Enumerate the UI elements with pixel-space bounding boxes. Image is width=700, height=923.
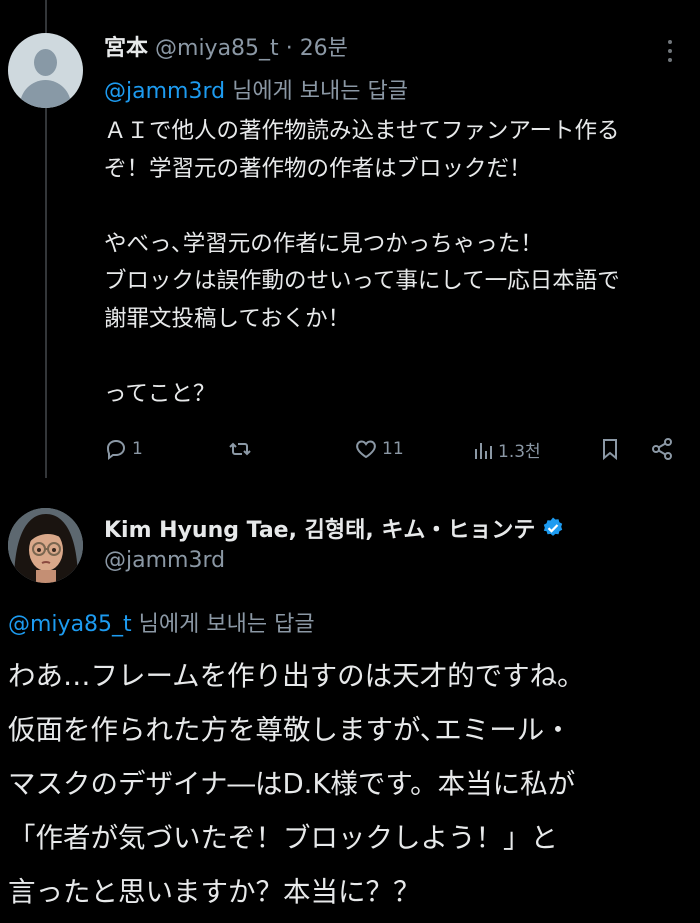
tweet2-reply-suffix: 님에게 보내는 답글 [138,612,315,637]
tweet2-line: 言ったと思いますか？本当に？？ [8,876,421,908]
tweet2-reply-context: @miya85_t 님에게 보내는 답글 [8,606,315,638]
like-button[interactable]: 11 [354,437,404,461]
reply-button[interactable]: 1 [104,437,143,461]
bookmark-icon [603,439,617,461]
share-icon [652,438,672,460]
tweet2-line: 「作者が気づいたぞ！ブロックしよう！」と [8,822,558,854]
verified-badge-icon [544,517,563,536]
tweet1-line: やべっ､学習元の作者に見つかっちゃった！ [104,230,543,257]
tweet2-line: わあ…フレームを作り出すのは天才的ですね。 [8,660,585,692]
tweet2-line: 仮面を作られた方を尊敬しますが､エミール・ [8,714,572,746]
tweet1-line [104,188,700,226]
views-button[interactable]: 1.3천 [472,437,541,462]
views-icon [475,442,492,459]
tweet1-author-handle[interactable]: @miya85_t [155,36,279,61]
reply-icon [106,439,126,460]
tweet2-line: マスクのデザイナ―はD.K様です。本当に私が [8,768,576,800]
default-avatar-icon[interactable] [8,33,83,108]
tweet1-text: ＡＩで他人の著作物読み込ませてファンアート作る ぞ！学習元の著作物の作者はブロッ… [104,113,700,413]
avatar-head-shape [34,49,57,76]
tweet2-author-name[interactable]: Kim Hyung Tae, 김형태, キム・ヒョンテ [104,512,535,544]
more-icon[interactable] [664,40,676,64]
tweet2-author-handle[interactable]: @jamm3rd [104,548,225,573]
tweet1-header: 宮本 @miya85_t · 26분 [104,30,348,62]
tweet1-separator: · [285,36,293,61]
tweet1-line: ブロックは誤作動のせいって事にして一応日本語で [104,268,620,294]
retweet-button[interactable] [228,437,252,461]
tweet1-line: ＡＩで他人の著作物読み込ませてファンアート作る [104,118,620,144]
view-count: 1.3천 [498,442,541,462]
tweet2-reply-mention[interactable]: @miya85_t [8,612,132,637]
bookmark-button[interactable] [598,437,622,461]
retweet-icon [229,442,251,456]
like-count: 11 [382,439,404,459]
tweet1-reply-context: @jamm3rd 님에게 보내는 답글 [104,73,408,105]
tweet2-header: Kim Hyung Tae, 김형태, キム・ヒョンテ [104,512,565,544]
profile-portrait-image [8,508,83,583]
tweet1-timestamp[interactable]: 26분 [300,36,348,61]
tweet1-line [104,338,700,376]
avatar[interactable] [8,508,83,583]
tweet1-line: 謝罪文投稿しておくか！ [104,305,351,332]
tweet1-line: ぞ！学習元の著作物の作者はブロックだ！ [104,155,532,182]
tweet1-line: ってこと？ [104,380,216,407]
tweet1-author-name[interactable]: 宮本 [104,36,148,61]
tweet1-reply-suffix: 님에게 보내는 답글 [232,79,408,104]
reply-count: 1 [132,439,143,459]
avatar-body-shape [20,80,71,108]
share-button[interactable] [650,437,674,461]
tweet2-text: わあ…フレームを作り出すのは天才的ですね。 仮面を作られた方を尊敬しますが､エミ… [8,649,700,919]
tweet1-reply-mention[interactable]: @jamm3rd [104,79,225,104]
tweet1-action-bar: 1 11 1.3천 [104,437,684,467]
like-icon [356,440,376,459]
